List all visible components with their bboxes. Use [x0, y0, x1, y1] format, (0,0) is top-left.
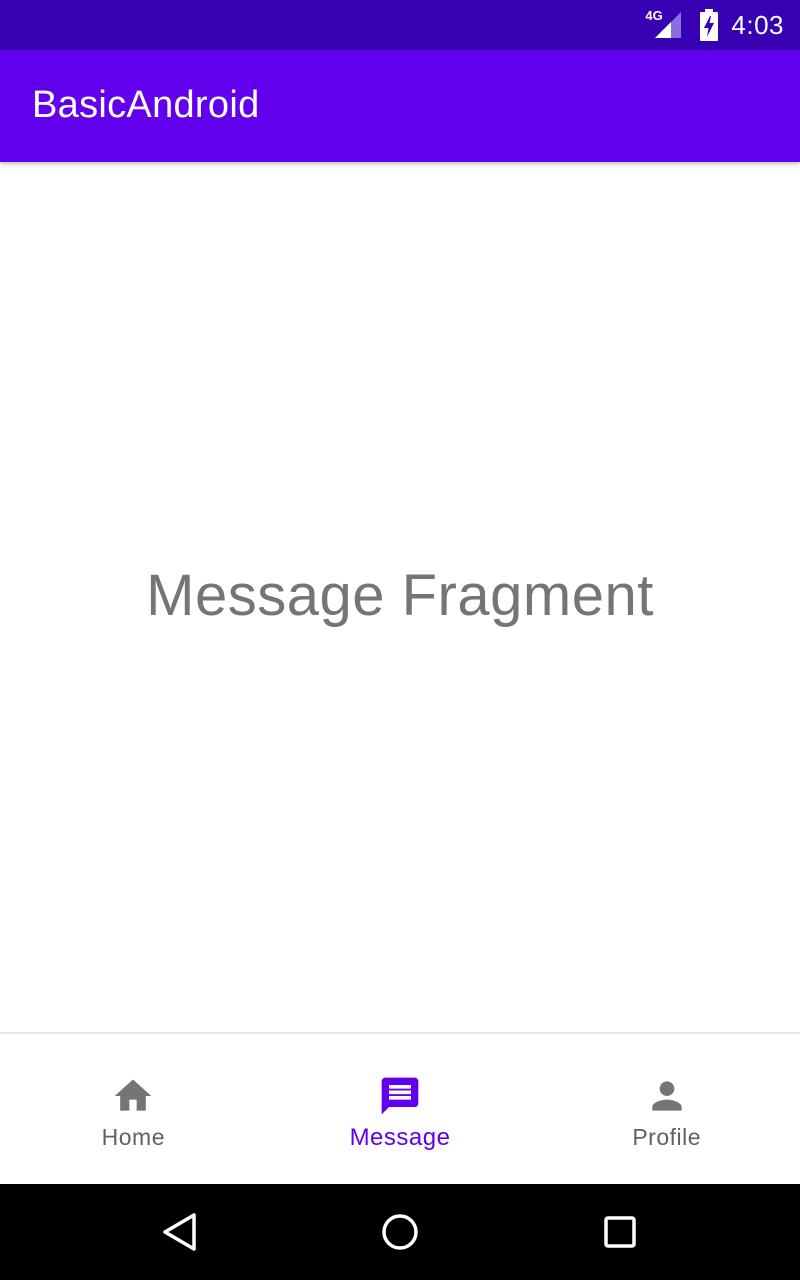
nav-item-message[interactable]: Message	[267, 1034, 534, 1184]
message-icon	[381, 1077, 419, 1115]
system-navigation-bar	[0, 1184, 800, 1280]
clock: 4:03	[731, 9, 784, 40]
fragment-label: Message Fragment	[146, 563, 654, 628]
back-icon[interactable]	[156, 1208, 204, 1256]
status-bar: 4G 4:03	[0, 0, 800, 50]
profile-icon	[652, 1081, 682, 1111]
nav-label-home: Home	[101, 1124, 166, 1150]
nav-item-profile[interactable]: Profile	[533, 1034, 800, 1184]
home-circle-icon[interactable]	[376, 1208, 424, 1256]
status-icons: 4G 4:03	[645, 0, 784, 50]
signal-indicator: 4G	[645, 8, 683, 40]
nav-item-home[interactable]: Home	[0, 1034, 267, 1184]
fragment-container: Message Fragment	[0, 162, 800, 1032]
app-bar: BasicAndroid	[0, 50, 800, 162]
app-title: BasicAndroid	[32, 84, 260, 126]
nav-label-message: Message	[349, 1124, 451, 1151]
nav-label-profile: Profile	[632, 1124, 702, 1150]
recents-icon[interactable]	[596, 1208, 644, 1256]
bottom-navigation: Home Message Profile	[0, 1032, 800, 1184]
signal-icon	[655, 12, 682, 38]
battery-charging-icon	[700, 9, 719, 41]
home-icon	[114, 1079, 152, 1111]
